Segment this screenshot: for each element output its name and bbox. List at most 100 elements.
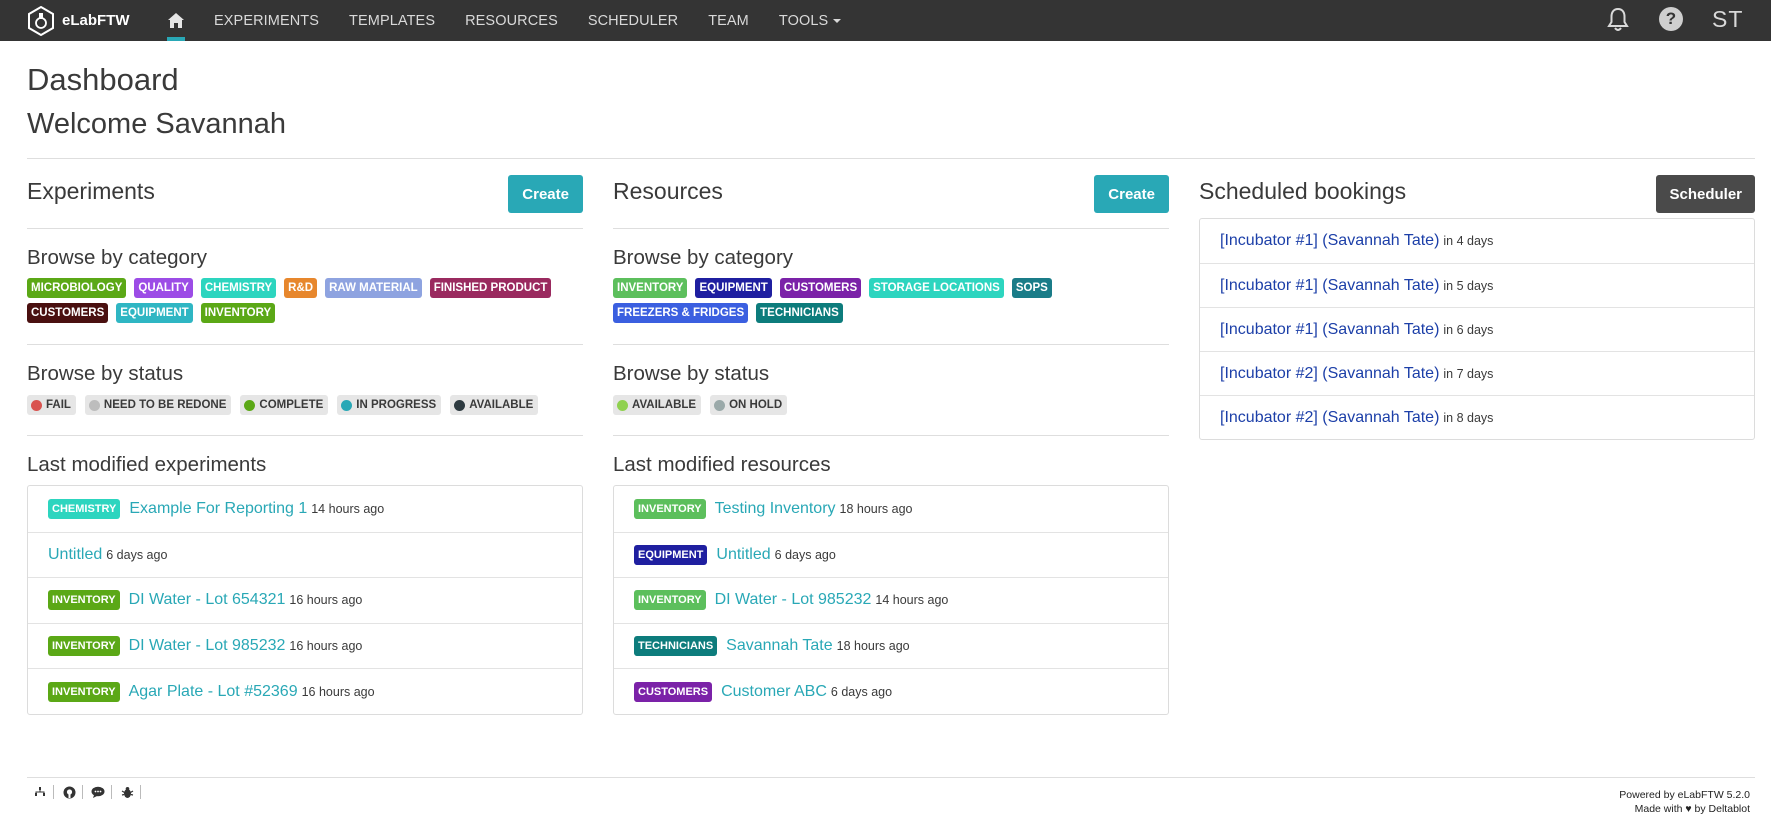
item-category-tag[interactable]: CUSTOMERS	[634, 681, 713, 702]
resources-status-tags: AVAILABLE ON HOLD	[613, 395, 1169, 415]
nav-team[interactable]: TEAM	[708, 13, 749, 29]
list-item: Untitled 6 days ago	[28, 531, 582, 578]
item-link[interactable]: DI Water - Lot 985232	[129, 637, 286, 655]
last-modified-resources-title: Last modified resources	[613, 453, 831, 476]
item-link[interactable]: Customer ABC	[721, 683, 827, 701]
create-experiment-button[interactable]: Create	[508, 175, 583, 213]
item-link[interactable]: Untitled	[48, 546, 102, 564]
item-category-tag[interactable]: INVENTORY	[634, 498, 706, 519]
made-by-text[interactable]: Made with ♥ by Deltablot	[1619, 802, 1750, 816]
booking-link[interactable]: [Incubator #1] (Savannah Tate)	[1220, 277, 1439, 295]
user-initials-avatar[interactable]: ST	[1712, 6, 1743, 33]
chat-icon[interactable]	[91, 785, 105, 799]
item-link[interactable]: Testing Inventory	[715, 500, 836, 518]
category-tag[interactable]: INVENTORY	[200, 303, 276, 323]
item-link[interactable]: Savannah Tate	[726, 637, 832, 655]
bug-icon[interactable]	[120, 785, 134, 799]
category-tag[interactable]: R&D	[284, 278, 318, 298]
create-resource-button[interactable]: Create	[1094, 175, 1169, 213]
list-item: INVENTORY Agar Plate - Lot #52369 16 hours…	[28, 668, 582, 714]
footer-separator	[82, 785, 83, 799]
item-category-tag[interactable]: EQUIPMENT	[634, 544, 708, 565]
category-tag[interactable]: CUSTOMERS	[27, 303, 109, 323]
booking-link[interactable]: [Incubator #1] (Savannah Tate)	[1220, 232, 1439, 250]
status-tag[interactable]: NEED TO BE REDONE	[84, 395, 232, 415]
page-title: Dashboard	[27, 62, 179, 97]
category-tag[interactable]: SOPS	[1011, 278, 1052, 298]
list-item: EQUIPMENT Untitled 6 days ago	[614, 531, 1168, 578]
item-time: 18 hours ago	[836, 639, 910, 654]
notifications-bell-icon[interactable]	[1607, 7, 1629, 33]
category-tag[interactable]: EQUIPMENT	[695, 278, 772, 298]
category-tag[interactable]: EQUIPMENT	[116, 303, 193, 323]
nav-resources[interactable]: RESOURCES	[465, 13, 558, 29]
last-modified-experiments-list: CHEMISTRY Example For Reporting 1 14 hours…	[27, 485, 583, 715]
item-category-tag[interactable]: INVENTORY	[48, 590, 120, 611]
footer-separator	[53, 785, 54, 799]
item-link[interactable]: Agar Plate - Lot #52369	[129, 683, 298, 701]
status-dot-icon	[617, 399, 628, 411]
list-item: INVENTORY Testing Inventory 18 hours ago	[614, 486, 1168, 532]
category-tag[interactable]: RAW MATERIAL	[325, 278, 422, 298]
list-item: INVENTORY DI Water - Lot 654321 16 hours a…	[28, 577, 582, 623]
help-icon[interactable]: ?	[1659, 7, 1683, 31]
footer-separator	[140, 785, 141, 799]
experiments-browse-status-title: Browse by status	[27, 362, 184, 385]
nav-scheduler[interactable]: SCHEDULER	[588, 13, 678, 29]
status-tag[interactable]: ON HOLD	[710, 395, 788, 415]
sitemap-icon[interactable]	[33, 785, 47, 799]
item-time: 6 days ago	[830, 684, 893, 699]
brand-link[interactable]: eLabFTW	[26, 0, 130, 41]
category-tag[interactable]: FREEZERS & FRIDGES	[613, 303, 749, 323]
category-tag[interactable]: CHEMISTRY	[200, 278, 277, 298]
category-tag[interactable]: INVENTORY	[613, 278, 688, 298]
status-tag[interactable]: AVAILABLE	[613, 395, 702, 415]
resources-title: Resources	[613, 178, 723, 204]
category-tag[interactable]: MICROBIOLOGY	[27, 278, 127, 298]
status-tag[interactable]: FAIL	[27, 395, 76, 415]
item-time: 14 hours ago	[311, 501, 385, 516]
booking-link[interactable]: [Incubator #1] (Savannah Tate)	[1220, 321, 1439, 339]
category-tag[interactable]: TECHNICIANS	[756, 303, 843, 323]
elabftw-logo-icon	[28, 5, 54, 36]
nav-tools-dropdown[interactable]: TOOLS	[779, 13, 842, 29]
booking-time: in 7 days	[1443, 366, 1494, 381]
booking-link[interactable]: [Incubator #2] (Savannah Tate)	[1220, 365, 1439, 383]
item-time: 14 hours ago	[875, 593, 949, 608]
item-link[interactable]: DI Water - Lot 654321	[129, 591, 286, 609]
status-dot-icon	[341, 399, 353, 411]
item-category-tag[interactable]: INVENTORY	[48, 681, 120, 702]
status-tag[interactable]: AVAILABLE	[450, 395, 539, 415]
github-icon[interactable]	[62, 785, 76, 799]
welcome-message: Welcome Savannah	[27, 108, 287, 140]
nav-experiments[interactable]: EXPERIMENTS	[214, 13, 319, 29]
booking-link[interactable]: [Incubator #2] (Savannah Tate)	[1220, 409, 1439, 427]
home-nav-link[interactable]	[163, 0, 189, 41]
item-link[interactable]: DI Water - Lot 985232	[715, 591, 872, 609]
item-link[interactable]: Example For Reporting 1	[129, 500, 307, 518]
experiments-category-tags: MICROBIOLOGY QUALITY CHEMISTRY R&D RAW M…	[27, 278, 583, 328]
category-tag[interactable]: CUSTOMERS	[779, 278, 862, 298]
scheduler-button[interactable]: Scheduler	[1656, 175, 1755, 213]
category-tag[interactable]: QUALITY	[134, 278, 193, 298]
footer-separator	[111, 785, 112, 799]
nav-templates[interactable]: TEMPLATES	[349, 13, 435, 29]
category-tag[interactable]: FINISHED PRODUCT	[429, 278, 552, 298]
booking-time: in 6 days	[1443, 322, 1494, 337]
header-divider	[27, 158, 1755, 159]
item-category-tag[interactable]: INVENTORY	[48, 636, 120, 657]
status-tag[interactable]: IN PROGRESS	[337, 395, 442, 415]
powered-by-text[interactable]: Powered by eLabFTW 5.2.0	[1619, 788, 1750, 802]
item-category-tag[interactable]: INVENTORY	[634, 590, 706, 611]
category-tag[interactable]: STORAGE LOCATIONS	[869, 278, 1004, 298]
item-category-tag[interactable]: CHEMISTRY	[48, 498, 121, 519]
item-time: 18 hours ago	[839, 501, 913, 516]
status-tag[interactable]: COMPLETE	[240, 395, 329, 415]
item-link[interactable]: Untitled	[716, 546, 770, 564]
item-category-tag[interactable]: TECHNICIANS	[634, 636, 718, 657]
status-dot-icon	[88, 399, 100, 411]
resources-category-tags: INVENTORY EQUIPMENT CUSTOMERS STORAGE LO…	[613, 278, 1169, 328]
divider	[613, 228, 1169, 229]
booking-item: [Incubator #1] (Savannah Tate) in 4 days	[1200, 219, 1754, 263]
status-label: ON HOLD	[729, 399, 783, 411]
